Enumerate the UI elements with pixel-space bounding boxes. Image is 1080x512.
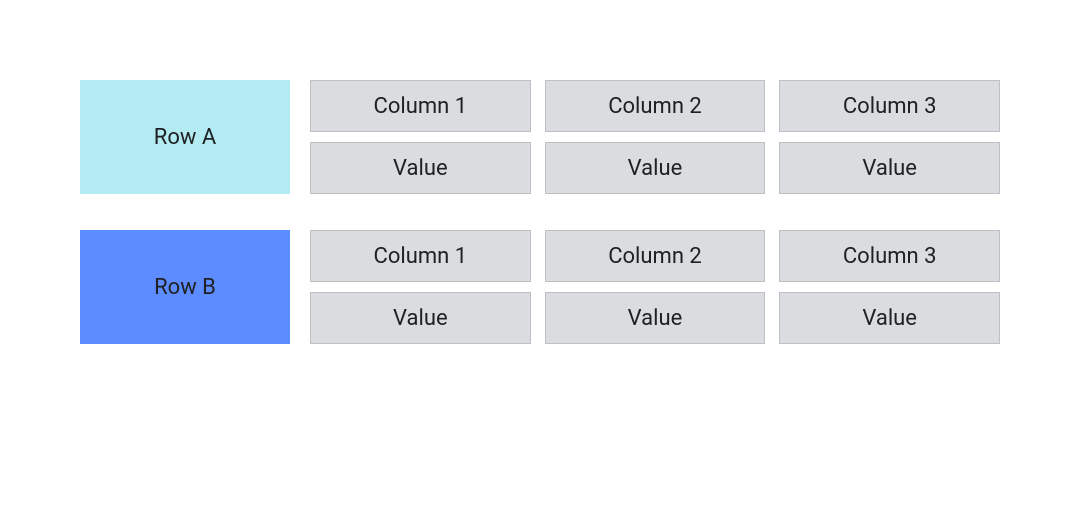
cell-text: Column 3 [843,244,937,269]
cell-text: Value [862,156,917,181]
cell-text: Value [393,156,448,181]
value-cell: Value [545,142,766,194]
row-header-label: Row B [154,275,216,300]
column-header-cell: Column 3 [779,80,1000,132]
cell-text: Column 2 [608,94,702,119]
row-group-a: Row A Column 1 Column 2 Column 3 Value V… [80,80,1000,194]
column-header-cell: Column 1 [310,230,531,282]
column-header-cell: Column 1 [310,80,531,132]
row-group-b: Row B Column 1 Column 2 Column 3 Value V… [80,230,1000,344]
cell-text: Column 3 [843,94,937,119]
value-cell: Value [545,292,766,344]
row-header-a: Row A [80,80,290,194]
column-header-cell: Column 2 [545,230,766,282]
cell-text: Value [862,306,917,331]
row-header-label: Row A [154,125,216,150]
grouped-columns-diagram: Row A Column 1 Column 2 Column 3 Value V… [80,80,1000,344]
value-cell: Value [779,142,1000,194]
column-header-cell: Column 2 [545,80,766,132]
value-cell: Value [310,292,531,344]
value-cell: Value [779,292,1000,344]
value-cell: Value [310,142,531,194]
column-header-cell: Column 3 [779,230,1000,282]
cell-text: Column 1 [374,244,468,269]
cell-text: Value [393,306,448,331]
cell-text: Column 1 [374,94,468,119]
cell-text: Value [628,306,683,331]
cell-text: Value [628,156,683,181]
row-header-b: Row B [80,230,290,344]
cell-text: Column 2 [608,244,702,269]
row-a-cells: Column 1 Column 2 Column 3 Value Value V… [310,80,1000,194]
row-b-cells: Column 1 Column 2 Column 3 Value Value V… [310,230,1000,344]
